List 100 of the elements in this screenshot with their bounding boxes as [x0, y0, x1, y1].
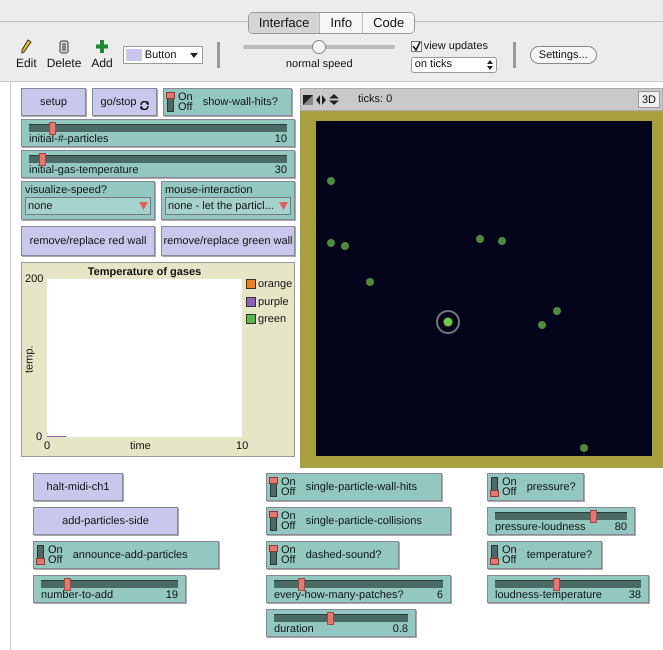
slider-track[interactable] — [495, 580, 641, 588]
on-label: On — [281, 477, 296, 487]
off-label: Off — [502, 487, 517, 497]
on-label: On — [281, 545, 296, 555]
slider-value: 80 — [614, 521, 627, 534]
left-right-arrows-icon — [316, 94, 326, 104]
legend-label: purple — [258, 294, 289, 310]
ticks-counter: ticks: 0 — [358, 92, 394, 108]
switch-toggle[interactable] — [37, 545, 44, 565]
switch-label: show-wall-hits? — [202, 94, 278, 110]
speed-label: normal speed — [286, 56, 353, 72]
slider-value: 30 — [274, 164, 287, 177]
slider-value: 38 — [628, 589, 641, 602]
switch-label: single-particle-collisions — [306, 514, 422, 529]
slider[interactable]: number-to-add 19 — [33, 575, 186, 603]
update-mode-dropdown[interactable]: on ticks — [410, 56, 497, 72]
caret-icon — [279, 202, 288, 210]
switch-toggle[interactable] — [491, 477, 498, 497]
slider[interactable]: pressure-loudness 80 — [487, 507, 635, 535]
slider-track[interactable] — [29, 155, 287, 163]
plot-line — [47, 436, 66, 437]
slider-track[interactable] — [274, 614, 408, 622]
slider-track[interactable] — [274, 580, 443, 588]
tab[interactable]: Code — [362, 13, 414, 33]
on-label: On — [178, 92, 193, 102]
button[interactable]: remove/replace red wall — [21, 226, 155, 256]
slider-label: every-how-many-patches? — [274, 589, 404, 602]
y-tick-label: 0 — [36, 430, 42, 444]
slider[interactable]: initial-#-particles 10 — [21, 119, 295, 147]
slider-label: initial-gas-temperature — [29, 164, 138, 177]
settings-button[interactable]: Settings... — [530, 46, 597, 64]
legend-label: orange — [258, 277, 292, 292]
off-label: Off — [502, 555, 517, 565]
slider-label: duration — [274, 623, 314, 636]
tab[interactable]: Interface — [248, 13, 320, 33]
chooser[interactable]: visualize-speed? none — [21, 181, 155, 220]
switch-toggle[interactable] — [270, 477, 277, 497]
toolbar-button[interactable]: Add — [91, 38, 113, 72]
y-axis-label: temp. — [22, 346, 36, 373]
slider-value: 6 — [436, 589, 443, 602]
button[interactable]: setup — [21, 88, 86, 116]
forever-icon — [140, 100, 149, 110]
three-d-button[interactable]: 3D — [638, 91, 660, 108]
button[interactable]: remove/replace green wall — [161, 226, 295, 256]
slider-value: 0.8 — [392, 623, 408, 636]
chooser-dropdown[interactable]: none — [25, 197, 151, 215]
button[interactable]: go/stop — [92, 88, 157, 116]
slider-thumb[interactable] — [49, 122, 56, 135]
slider-track[interactable] — [29, 124, 287, 132]
button[interactable]: halt-midi-ch1 — [33, 473, 123, 501]
slider-track[interactable] — [495, 512, 627, 520]
slider[interactable]: duration 0.8 — [266, 609, 416, 637]
switch-toggle[interactable] — [491, 545, 498, 565]
up-down-arrows-icon — [486, 60, 493, 70]
slider-thumb[interactable] — [64, 578, 72, 591]
chooser-label: visualize-speed? — [25, 183, 108, 197]
slider-thumb[interactable] — [553, 578, 560, 591]
widget-icon — [126, 49, 142, 62]
off-label: Off — [281, 487, 296, 497]
slider-thumb[interactable] — [298, 578, 306, 591]
slider-thumb[interactable] — [327, 612, 334, 625]
x-axis-label: time — [130, 440, 151, 453]
speed-slider[interactable] — [243, 40, 396, 54]
switch-label: single-particle-wall-hits — [306, 480, 417, 495]
slider[interactable]: initial-gas-temperature 30 — [21, 150, 295, 178]
checkbox[interactable] — [410, 40, 422, 52]
caret-icon — [139, 202, 148, 210]
switch-toggle[interactable] — [270, 511, 277, 531]
switch-label: temperature? — [526, 548, 592, 563]
chooser[interactable]: mouse-interaction none - let the particl... — [161, 181, 295, 220]
slider[interactable]: loudness-temperature 38 — [487, 575, 649, 603]
switch-label: pressure? — [526, 480, 576, 495]
slider[interactable]: every-how-many-patches? 6 — [266, 575, 451, 603]
up-down-arrows-icon — [329, 94, 339, 105]
toolbar-button[interactable]: Edit — [16, 38, 37, 72]
on-label: On — [502, 477, 517, 487]
x-tick-label: 10 — [236, 440, 248, 453]
slider-thumb[interactable] — [590, 510, 597, 523]
slider-value: 19 — [166, 589, 178, 602]
off-label: Off — [281, 521, 296, 531]
trash-can-icon — [57, 38, 72, 54]
plot-title: Temperature of gases — [86, 265, 202, 280]
switch-toggle[interactable] — [270, 545, 277, 565]
slider-value: 10 — [274, 133, 287, 146]
off-label: Off — [48, 555, 63, 565]
toolbar-button[interactable]: Delete — [46, 38, 82, 72]
switch-label: dashed-sound? — [306, 548, 382, 563]
slider-label: number-to-add — [41, 589, 114, 602]
switch-toggle[interactable] — [167, 92, 174, 112]
button[interactable]: add-particles-side — [33, 507, 178, 535]
off-label: Off — [281, 555, 296, 565]
plus-icon — [95, 38, 110, 54]
pencil-icon — [19, 38, 34, 54]
slider-thumb[interactable] — [312, 40, 326, 54]
widget-type-dropdown[interactable]: Button — [122, 46, 203, 64]
chooser-dropdown[interactable]: none - let the particl... — [165, 197, 291, 215]
caret-icon — [190, 52, 198, 58]
slider-track[interactable] — [41, 580, 178, 588]
square-icon — [303, 94, 313, 104]
slider-thumb[interactable] — [38, 153, 46, 166]
